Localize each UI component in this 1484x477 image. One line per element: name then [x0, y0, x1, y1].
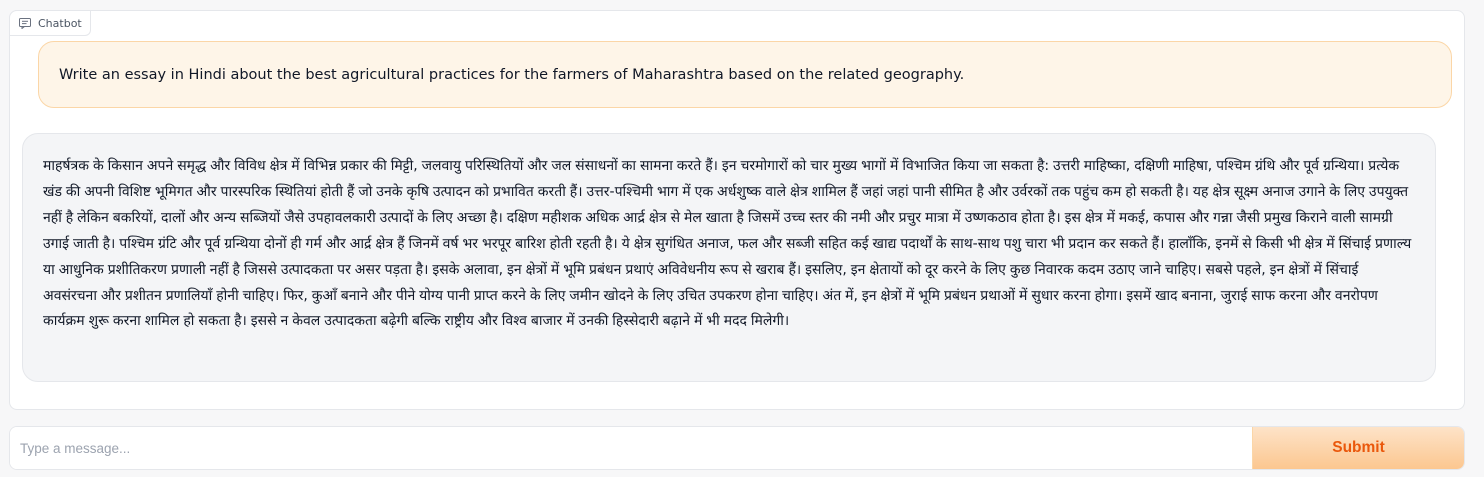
bot-message: माहर्षत्रक के किसान अपने समृद्ध और विविध… [22, 133, 1436, 382]
submit-button[interactable]: Submit [1252, 427, 1464, 469]
chat-bubble-icon [19, 17, 31, 29]
chatbot-label: Chatbot [9, 10, 91, 36]
user-message: Write an essay in Hindi about the best a… [38, 41, 1452, 108]
user-message-text: Write an essay in Hindi about the best a… [59, 66, 965, 83]
chatbot-label-text: Chatbot [38, 16, 82, 30]
message-input[interactable] [10, 427, 1252, 469]
message-input-row: Submit [9, 426, 1465, 470]
bot-message-text: माहर्षत्रक के किसान अपने समृद्ध और विविध… [43, 158, 1412, 330]
